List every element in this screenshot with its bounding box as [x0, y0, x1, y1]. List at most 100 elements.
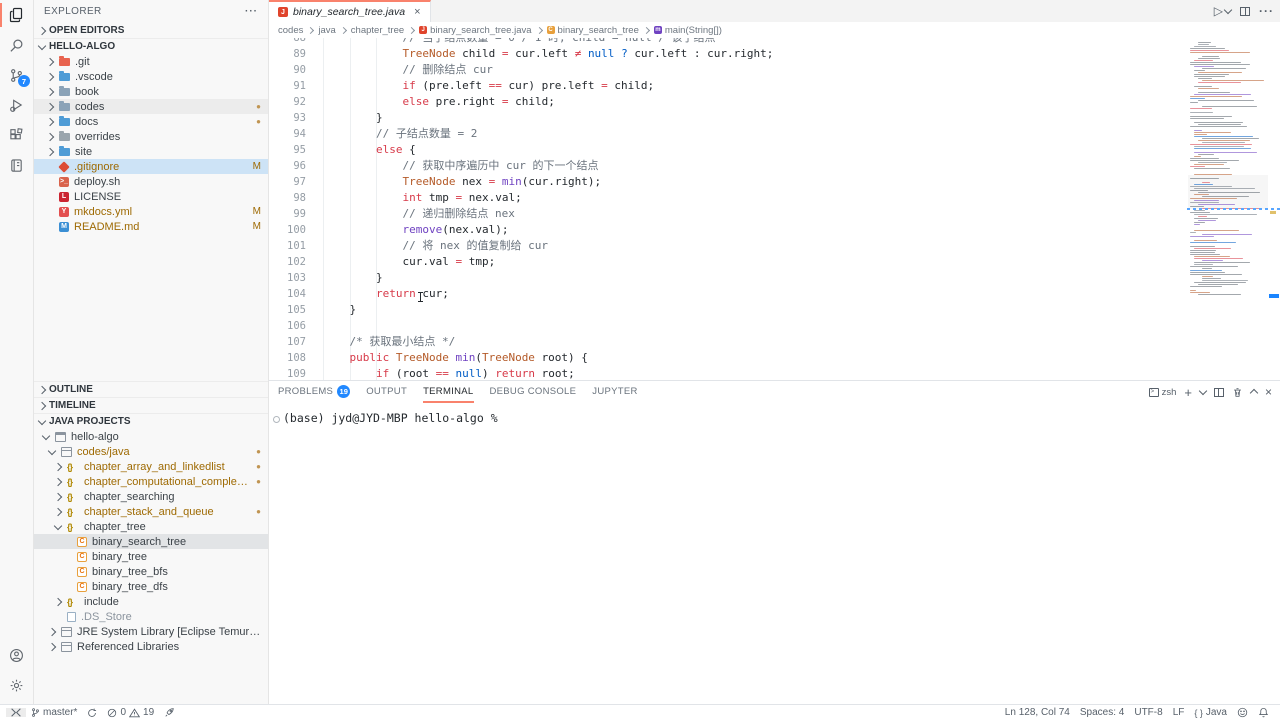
account-button[interactable]	[0, 640, 33, 670]
outline-section[interactable]: OUTLINE	[34, 381, 268, 397]
java-tree-item-chapter_tree[interactable]: {}chapter_tree	[34, 519, 268, 534]
panel-tab-debug-console[interactable]: DEBUG CONSOLE	[490, 381, 577, 403]
trash-icon[interactable]	[1232, 387, 1243, 398]
line-number[interactable]: 103	[269, 270, 306, 286]
panel-tab-terminal[interactable]: TERMINAL	[423, 381, 473, 403]
code-area[interactable]: 88// 当子结点数量 = 0 / 1 时, child = null / 该子…	[269, 38, 1185, 380]
java-tree-item--ds_store[interactable]: .DS_Store	[34, 609, 268, 624]
panel-tab-problems[interactable]: PROBLEMS19	[278, 381, 350, 403]
line-number[interactable]: 97	[269, 174, 306, 190]
explorer-item-docs[interactable]: docs●	[34, 114, 268, 129]
terminal[interactable]: (base) jyd@JYD-MBP hello-algo %	[269, 403, 1280, 704]
breadcrumb-item[interactable]: mmain(String[])	[654, 25, 722, 36]
run-button[interactable]: ▷	[1214, 4, 1231, 18]
remote-indicator[interactable]	[6, 708, 26, 717]
line-number[interactable]: 89	[269, 46, 306, 62]
maximize-panel-icon[interactable]	[1250, 389, 1258, 397]
explorer-more-actions-icon[interactable]: ···	[245, 6, 258, 17]
explorer-item-LICENSE[interactable]: LLICENSE	[34, 189, 268, 204]
line-number[interactable]: 93	[269, 110, 306, 126]
code-line-96[interactable]: 96// 获取中序遍历中 cur 的下一个结点	[269, 158, 1185, 174]
settings-button[interactable]	[0, 670, 33, 700]
line-number[interactable]: 107	[269, 334, 306, 350]
code-line-90[interactable]: 90// 删除结点 cur	[269, 62, 1185, 78]
panel-tab-jupyter[interactable]: JUPYTER	[592, 381, 637, 403]
line-number[interactable]: 96	[269, 158, 306, 174]
split-terminal-icon[interactable]	[1214, 388, 1224, 397]
feedback-item[interactable]	[1232, 707, 1253, 718]
line-number[interactable]: 109	[269, 366, 306, 380]
code-line-105[interactable]: 105}	[269, 302, 1185, 318]
code-line-94[interactable]: 94// 子结点数量 = 2	[269, 126, 1185, 142]
line-number[interactable]: 88	[269, 38, 306, 46]
line-number[interactable]: 95	[269, 142, 306, 158]
line-number[interactable]: 102	[269, 254, 306, 270]
git-branch-item[interactable]: master*	[26, 707, 82, 718]
line-number[interactable]: 104	[269, 286, 306, 302]
java-tree-item-chapter_stack_and_queue[interactable]: {}chapter_stack_and_queue●	[34, 504, 268, 519]
indentation-item[interactable]: Spaces: 4	[1075, 707, 1129, 718]
notebook-activity-button[interactable]	[0, 150, 33, 180]
chevron-down-icon[interactable]	[1199, 387, 1207, 395]
java-tree-item-codes-java[interactable]: codes/java●	[34, 444, 268, 459]
line-number[interactable]: 105	[269, 302, 306, 318]
line-number[interactable]: 91	[269, 78, 306, 94]
line-number[interactable]: 99	[269, 206, 306, 222]
line-number[interactable]: 108	[269, 350, 306, 366]
code-line-109[interactable]: 109if (root == null) return root;	[269, 366, 1185, 380]
code-line-102[interactable]: 102cur.val = tmp;	[269, 254, 1185, 270]
line-number[interactable]: 100	[269, 222, 306, 238]
sync-item[interactable]	[82, 708, 102, 718]
code-line-108[interactable]: 108public TreeNode min(TreeNode root) {	[269, 350, 1185, 366]
eol-item[interactable]: LF	[1168, 707, 1190, 718]
code-line-100[interactable]: 100remove(nex.val);	[269, 222, 1185, 238]
code-line-89[interactable]: 89TreeNode child = cur.left ≠ null ? cur…	[269, 46, 1185, 62]
source-control-activity-button[interactable]: 7	[0, 60, 33, 90]
code-line-91[interactable]: 91if (pre.left == cur) pre.left = child;	[269, 78, 1185, 94]
panel-tab-output[interactable]: OUTPUT	[366, 381, 407, 403]
java-tree-item-include[interactable]: {}include	[34, 594, 268, 609]
split-editor-icon[interactable]	[1240, 7, 1250, 16]
code-line-101[interactable]: 101// 将 nex 的值复制给 cur	[269, 238, 1185, 254]
code-line-92[interactable]: 92else pre.right = child;	[269, 94, 1185, 110]
line-number[interactable]: 101	[269, 238, 306, 254]
cursor-position-item[interactable]: Ln 128, Col 74	[1000, 707, 1075, 718]
code-line-107[interactable]: 107/* 获取最小结点 */	[269, 334, 1185, 350]
explorer-item-mkdocs.yml[interactable]: Ymkdocs.ymlM	[34, 204, 268, 219]
code-line-93[interactable]: 93}	[269, 110, 1185, 126]
code-line-98[interactable]: 98int tmp = nex.val;	[269, 190, 1185, 206]
line-number[interactable]: 94	[269, 126, 306, 142]
project-root-section[interactable]: HELLO-ALGO	[34, 38, 268, 54]
timeline-section[interactable]: TIMELINE	[34, 397, 268, 413]
breadcrumb-item[interactable]: Jbinary_search_tree.java	[419, 25, 531, 36]
line-number[interactable]: 92	[269, 94, 306, 110]
problems-item[interactable]: 0 19	[102, 707, 159, 718]
language-mode-item[interactable]: { } Java	[1189, 707, 1232, 718]
code-line-106[interactable]: 106	[269, 318, 1185, 334]
explorer-item-overrides[interactable]: overrides	[34, 129, 268, 144]
java-tree-item-binary_search_tree[interactable]: Cbinary_search_tree	[34, 534, 268, 549]
explorer-item-site[interactable]: site	[34, 144, 268, 159]
more-actions-icon[interactable]: ···	[1259, 4, 1274, 18]
line-number[interactable]: 98	[269, 190, 306, 206]
close-icon[interactable]: ×	[414, 6, 420, 18]
java-projects-section[interactable]: JAVA PROJECTS	[34, 413, 268, 429]
notifications-item[interactable]	[1253, 707, 1274, 718]
explorer-item-book[interactable]: book	[34, 84, 268, 99]
new-terminal-button[interactable]: +	[1184, 385, 1192, 400]
explorer-activity-button[interactable]	[0, 0, 33, 30]
java-tree-item-chapter_searching[interactable]: {}chapter_searching	[34, 489, 268, 504]
java-tree-item-referenced-libraries[interactable]: Referenced Libraries	[34, 639, 268, 654]
code-line-95[interactable]: 95else {	[269, 142, 1185, 158]
tab-binary-search-tree[interactable]: J binary_search_tree.java ×	[269, 0, 431, 22]
line-number[interactable]: 106	[269, 318, 306, 334]
java-tree-item-chapter_array_and_linkedlist[interactable]: {}chapter_array_and_linkedlist●	[34, 459, 268, 474]
code-line-97[interactable]: 97TreeNode nex = min(cur.right);	[269, 174, 1185, 190]
explorer-item-.vscode[interactable]: .vscode	[34, 69, 268, 84]
code-line-104[interactable]: 104return cur;	[269, 286, 1185, 302]
close-panel-icon[interactable]: ×	[1265, 385, 1272, 399]
explorer-item-.gitignore[interactable]: .gitignoreM	[34, 159, 268, 174]
java-tree-item-chapter_computational_complexity[interactable]: {}chapter_computational_complexity●	[34, 474, 268, 489]
java-tree-item-binary_tree_bfs[interactable]: Cbinary_tree_bfs	[34, 564, 268, 579]
explorer-item-deploy.sh[interactable]: >_deploy.sh	[34, 174, 268, 189]
